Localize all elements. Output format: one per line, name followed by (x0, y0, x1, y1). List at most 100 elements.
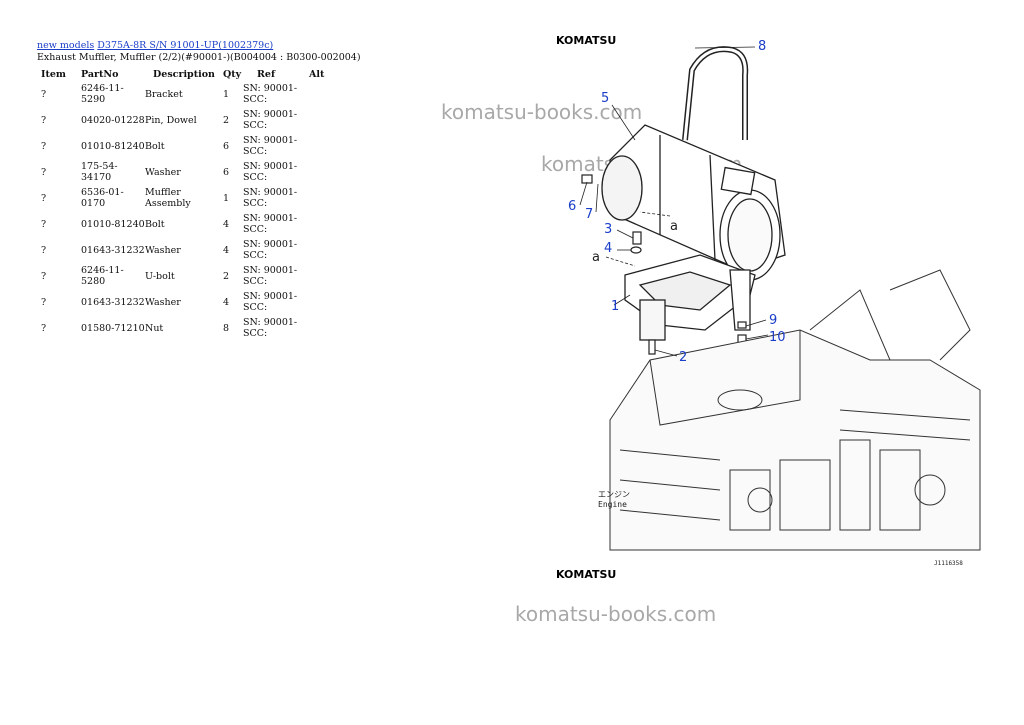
description-cell: Bolt (145, 218, 165, 230)
breadcrumb-link-new-models[interactable]: new models (37, 40, 94, 51)
ref-cell: SN: 90001- SCC: (243, 83, 298, 105)
alt-cell (309, 263, 329, 289)
description-cell: Bracket (145, 88, 183, 100)
item-cell: ? (41, 270, 47, 282)
header-ref: Ref (257, 68, 276, 80)
description-cell: Washer (145, 244, 181, 256)
qty-cell: 4 (223, 218, 230, 230)
header-partno: PartNo (81, 68, 119, 80)
qty-cell: 1 (223, 192, 230, 204)
header-alt: Alt (309, 68, 325, 80)
ref-cell: SN: 90001- SCC: (243, 213, 298, 235)
parts-table: Item PartNo Description Qty Ref Alt ? 624… (37, 67, 329, 341)
qty-cell: 6 (223, 140, 230, 152)
alt-cell (309, 107, 329, 133)
alt-cell (309, 185, 329, 211)
partno-cell: 01010-81240 (81, 140, 145, 152)
table-row: ? 01643-31232 Washer 4 SN: 90001- SCC: (37, 289, 329, 315)
watermark: komatsu-books.com (515, 602, 717, 626)
ref-cell: SN: 90001- SCC: (243, 265, 298, 287)
callout-6: 6 (568, 199, 576, 214)
partno-cell: 6246-11-5290 (81, 83, 124, 105)
brand-logo-top: KOMATSU (556, 34, 616, 47)
description-cell: Muffler Assembly (145, 187, 191, 209)
qty-cell: 4 (223, 296, 230, 308)
item-cell: ? (41, 192, 47, 204)
washer-icon (630, 246, 642, 254)
exploded-parts-diagram: KOMATSU KOMATSU 1 2 3 4 5 6 7 8 9 10 a a… (556, 34, 981, 580)
partno-cell: 01010-81240 (81, 218, 145, 230)
ref-cell: SN: 90001- SCC: (243, 161, 298, 183)
table-header-row: Item PartNo Description Qty Ref Alt (37, 67, 329, 81)
arrow-label-a: a (670, 219, 678, 234)
callout-3: 3 (604, 222, 612, 237)
breadcrumb: new models D375A-8R S/N 91001-UP(1002379… (37, 40, 367, 51)
qty-cell: 6 (223, 166, 230, 178)
alt-cell (309, 133, 329, 159)
page-title: Exhaust Muffler, Muffler (2/2)(#90001-)(… (37, 52, 361, 63)
item-cell: ? (41, 114, 47, 126)
tailpipe-tube (682, 46, 749, 141)
ref-cell: SN: 90001- SCC: (243, 239, 298, 261)
alt-cell (309, 211, 329, 237)
callout-7: 7 (585, 207, 593, 222)
callout-1: 1 (611, 299, 619, 314)
qty-cell: 1 (223, 88, 230, 100)
partno-cell: 175-54-34170 (81, 161, 118, 183)
item-cell: ? (41, 140, 47, 152)
parts-list-panel: new models D375A-8R S/N 91001-UP(1002379… (37, 40, 367, 341)
description-cell: Nut (145, 322, 164, 334)
partno-cell: 01643-31232 (81, 296, 145, 308)
ref-cell: SN: 90001- SCC: (243, 109, 298, 131)
qty-cell: 2 (223, 114, 230, 126)
brand-logo-bottom: KOMATSU (556, 568, 616, 580)
engine-label: Engine (598, 500, 627, 509)
ref-cell: SN: 90001- SCC: (243, 135, 298, 157)
callout-2: 2 (679, 350, 687, 365)
partno-cell: 6246-11-5280 (81, 265, 124, 287)
nut-icon (581, 174, 593, 184)
description-cell: Bolt (145, 140, 165, 152)
partno-cell: 6536-01-0170 (81, 187, 124, 209)
qty-cell: 4 (223, 244, 230, 256)
bracket (624, 254, 756, 341)
partno-cell: 01580-71210 (81, 322, 145, 334)
table-row: ? 6246-11-5290 Bracket 1 SN: 90001- SCC: (37, 81, 329, 107)
description-cell: Washer (145, 166, 181, 178)
table-row: ? 01010-81240 Bolt 4 SN: 90001- SCC: (37, 211, 329, 237)
callout-8: 8 (758, 39, 766, 54)
item-cell: ? (41, 296, 47, 308)
ref-cell: SN: 90001- SCC: (243, 291, 298, 313)
table-row: ? 6246-11-5280 U-bolt 2 SN: 90001- SCC: (37, 263, 329, 289)
callout-5: 5 (601, 91, 609, 106)
qty-cell: 2 (223, 270, 230, 282)
table-row: ? 04020-01228 Pin, Dowel 2 SN: 90001- SCC: (37, 107, 329, 133)
description-cell: Washer (145, 296, 181, 308)
breadcrumb-link-model[interactable]: D375A-8R S/N 91001-UP(1002379c) (97, 40, 273, 51)
table-row: ? 01643-31232 Washer 4 SN: 90001- SCC: (37, 237, 329, 263)
item-cell: ? (41, 322, 47, 334)
table-row: ? 175-54-34170 Washer 6 SN: 90001- SCC: (37, 159, 329, 185)
description-cell: Pin, Dowel (145, 114, 197, 126)
table-row: ? 01580-71210 Nut 8 SN: 90001- SCC: (37, 315, 329, 341)
engine-label-jp: エンジン (598, 490, 630, 499)
callout-9: 9 (769, 313, 777, 328)
alt-cell (309, 315, 329, 341)
arrow-label-a: a (592, 250, 600, 265)
alt-cell (309, 289, 329, 315)
ref-cell: SN: 90001- SCC: (243, 317, 298, 339)
table-row: ? 6536-01-0170 Muffler Assembly 1 SN: 90001-… (37, 185, 329, 211)
alt-cell (309, 237, 329, 263)
dowel-pin-icon (648, 339, 656, 355)
description-cell: U-bolt (145, 270, 175, 282)
callout-10: 10 (769, 330, 786, 345)
washer-icon (737, 321, 747, 329)
drawing-code: J1116358 (934, 560, 963, 567)
header-description: Description (153, 68, 215, 80)
item-cell: ? (41, 218, 47, 230)
qty-cell: 8 (223, 322, 230, 334)
table-row: ? 01010-81240 Bolt 6 SN: 90001- SCC: (37, 133, 329, 159)
bolt-icon (632, 231, 642, 245)
partno-cell: 01643-31232 (81, 244, 145, 256)
partno-cell: 04020-01228 (81, 114, 145, 126)
